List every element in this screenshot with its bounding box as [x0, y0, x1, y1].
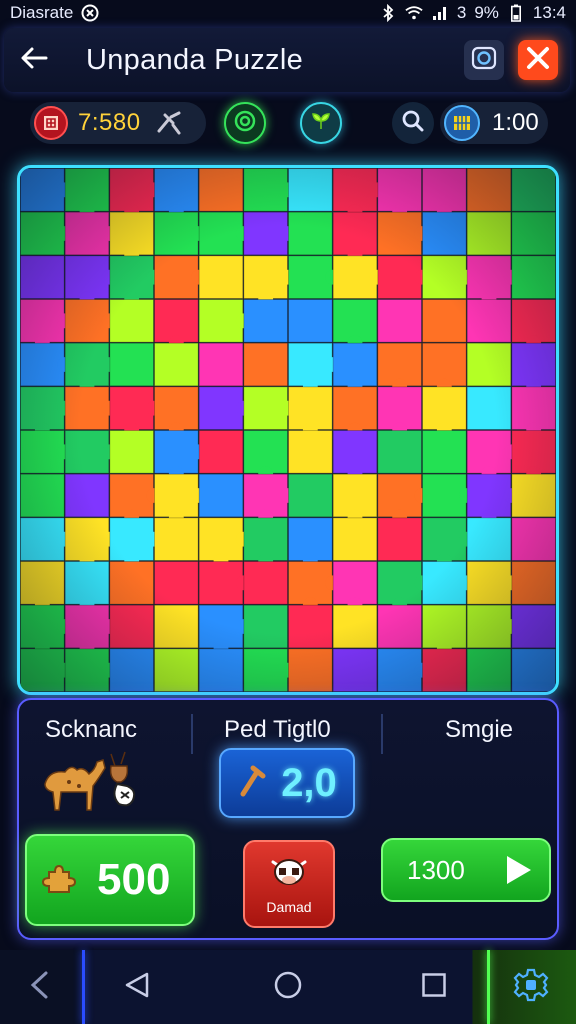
multiplier-value: 2,0 — [281, 760, 337, 805]
circle-home-icon — [273, 970, 303, 1005]
photo-button[interactable] — [464, 40, 504, 80]
coins-button[interactable]: 500 — [25, 834, 195, 926]
target-icon — [233, 109, 257, 138]
battery-icon — [507, 4, 525, 22]
puzzle-board[interactable] — [17, 165, 559, 695]
back-button[interactable] — [4, 28, 64, 92]
play-icon — [503, 853, 533, 887]
mid-column-label: Ped Tigtl0 — [224, 716, 331, 743]
nav-back-button[interactable] — [14, 962, 64, 1012]
nav-separator — [82, 950, 85, 1024]
clock-time: 13:4 — [532, 3, 566, 22]
timer-icon — [34, 106, 68, 140]
score-pill: 1:00 — [440, 102, 548, 144]
navigation-bar — [0, 950, 576, 1024]
puzzle-grid[interactable] — [20, 168, 556, 692]
divider — [381, 714, 383, 754]
timer-pill: 7:580 — [30, 102, 206, 144]
signal-text: 3 — [456, 3, 467, 22]
arrow-left-icon — [20, 46, 48, 75]
wrench-icon — [237, 764, 267, 803]
timer-value: 7:580 — [78, 109, 141, 136]
deer-icon — [109, 751, 136, 807]
nav-home-button[interactable] — [263, 962, 313, 1012]
signal-icon — [431, 4, 449, 22]
bluetooth-icon — [379, 4, 397, 22]
hint-button[interactable] — [300, 102, 342, 144]
nav-separator — [487, 950, 490, 1024]
coins-value: 500 — [97, 855, 171, 904]
app-header: Unpanda Puzzle — [4, 28, 570, 92]
page-title: Unpanda Puzzle — [86, 43, 304, 76]
puzzle-piece-icon — [41, 862, 77, 898]
wifi-icon — [405, 4, 423, 22]
damage-button[interactable]: Damad — [243, 840, 335, 928]
notification-icon — [81, 4, 99, 22]
camera-icon — [471, 45, 497, 76]
search-button[interactable] — [392, 102, 434, 144]
leaf-icon — [309, 109, 333, 138]
close-icon — [524, 44, 552, 77]
square-recents-icon — [421, 972, 447, 1003]
search-icon — [401, 109, 425, 138]
hammer-icon — [155, 111, 183, 135]
camel-icon — [44, 759, 106, 811]
target-button[interactable] — [224, 102, 266, 144]
stats-row: 7:580 1:00 — [30, 100, 550, 146]
score-value: 1:00 — [492, 109, 539, 136]
nav-triangle-button[interactable] — [112, 962, 162, 1012]
animal-icons — [37, 748, 157, 822]
status-bar: Diasrate 3 9% 13:4 — [0, 0, 576, 26]
carrier-label: Diasrate — [10, 3, 74, 22]
close-button[interactable] — [518, 40, 558, 80]
right-column-label: Smgie — [445, 716, 514, 743]
chevron-left-icon — [28, 970, 50, 1005]
nav-settings-button[interactable] — [506, 962, 556, 1012]
multiplier-button[interactable]: 2,0 — [219, 748, 355, 818]
battery-percent: 9% — [474, 3, 499, 22]
damage-label: Damad — [266, 898, 312, 915]
left-column-label: Scknanc — [45, 716, 138, 743]
play-value: 1300 — [407, 854, 465, 885]
divider — [191, 714, 193, 754]
triangle-back-icon — [123, 971, 151, 1004]
play-button[interactable]: 1300 — [381, 838, 551, 902]
gear-icon — [513, 967, 549, 1008]
control-panel: Scknanc Ped Tigtl0 Smgie 2,0 500 Damad 1… — [17, 698, 559, 940]
puzzle-score-icon — [444, 105, 480, 141]
nav-recents-button[interactable] — [409, 962, 459, 1012]
cow-icon — [267, 854, 311, 895]
